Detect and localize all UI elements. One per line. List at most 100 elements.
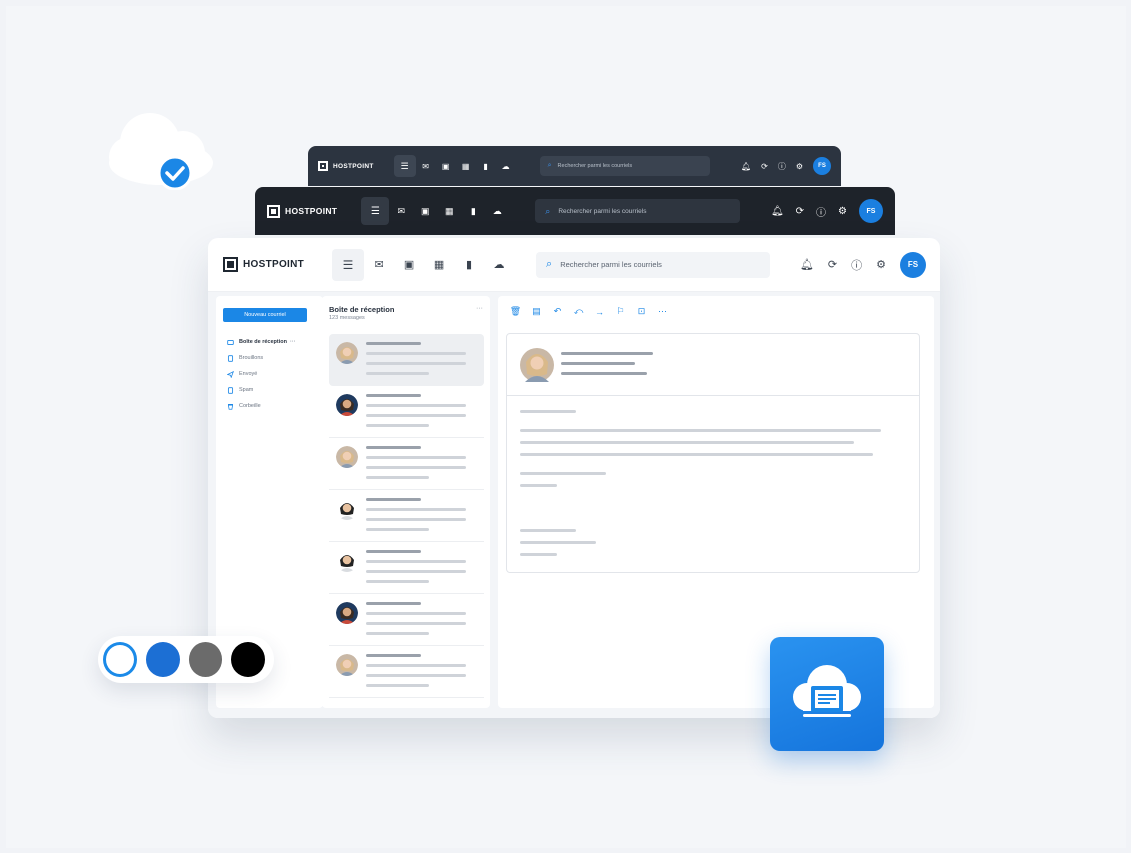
reply-all-icon[interactable]: ⤺	[571, 306, 586, 317]
folder-item-trash[interactable]: Corbeille	[227, 398, 319, 414]
search-input[interactable]: ⌕ Rechercher parmi les courriels	[539, 156, 710, 176]
swatch-grey[interactable]	[188, 642, 223, 677]
search-placeholder: Rechercher parmi les courriels	[557, 163, 633, 169]
message-list-item[interactable]	[329, 594, 484, 646]
inbox-icon	[227, 339, 234, 345]
help-icon[interactable]: ⓘ	[851, 257, 862, 273]
user-avatar[interactable]: FS	[900, 251, 926, 278]
folder-item-spam[interactable]: Spam	[227, 382, 319, 398]
search-icon: ⌕	[545, 205, 551, 216]
cloud-laptop-icon	[793, 665, 861, 717]
brand-logo: HOSTPOINT	[223, 257, 304, 272]
cloud-check-icon	[109, 113, 213, 190]
app-window-back: HOSTPOINT ☰ ✉ ▣ ▦ ▮ ☁ ⌕ Rechercher parmi…	[308, 146, 841, 186]
message-list-item[interactable]	[329, 646, 484, 698]
theme-color-picker	[98, 636, 274, 683]
email-view	[506, 333, 920, 573]
subject-line	[366, 394, 421, 397]
files-icon[interactable]: ▮	[476, 162, 496, 171]
folder-item-sent[interactable]: Envoyé	[227, 366, 319, 382]
swatch-black[interactable]	[231, 642, 265, 677]
calendar-icon[interactable]: ▦	[437, 206, 461, 217]
cloud-icon[interactable]: ☁	[496, 162, 516, 171]
forward-icon[interactable]: →	[592, 307, 607, 317]
bell-icon[interactable]: 🔔︎	[771, 206, 784, 217]
folder-list: Boîte de réception ··· Brouillons Envoyé…	[227, 334, 319, 414]
preview-line	[366, 352, 466, 355]
search-placeholder: Rechercher parmi les courriels	[560, 260, 662, 269]
sender-avatar	[520, 348, 554, 382]
cloud-icon[interactable]: ☁	[485, 206, 509, 217]
list-more-icon[interactable]: ···	[476, 305, 483, 312]
folder-label: Envoyé	[239, 371, 258, 377]
app-window-middle: HOSTPOINT ☰ ✉ ▣ ▦ ▮ ☁ ⌕ Rechercher parmi…	[255, 187, 895, 235]
sync-icon[interactable]: ⟳	[761, 162, 768, 171]
search-input[interactable]: ⌕ Rechercher parmi les courriels	[535, 199, 741, 223]
mail-icon[interactable]: ✉	[389, 206, 413, 217]
cloud-icon[interactable]: ☁	[484, 258, 514, 271]
message-list-item[interactable]	[329, 542, 484, 594]
reader-toolbar: 🗑︎ ▤ ↶ ⤺ → ⚐ ⊡ ⋯	[508, 306, 676, 317]
menu-icon[interactable]: ☰	[393, 155, 416, 177]
sender-avatar	[336, 550, 358, 572]
contacts-icon[interactable]: ▣	[436, 162, 456, 171]
flag-icon[interactable]: ⚐	[613, 306, 628, 317]
folder-item-inbox[interactable]: Boîte de réception ···	[227, 334, 319, 350]
subject-line	[366, 342, 421, 345]
bell-icon[interactable]: 🔔︎	[741, 162, 751, 171]
compose-button[interactable]: Nouveau courriel	[223, 308, 307, 322]
sender-avatar	[336, 446, 358, 468]
swatch-blue[interactable]	[145, 642, 180, 677]
message-list-item[interactable]	[329, 438, 484, 490]
preview-line	[366, 362, 466, 365]
preview-line	[366, 632, 429, 635]
mail-icon[interactable]: ✉	[416, 162, 436, 171]
reply-icon[interactable]: ↶	[550, 306, 565, 317]
preview-line	[366, 508, 466, 511]
preview-line	[366, 518, 466, 521]
contacts-icon[interactable]: ▣	[413, 206, 437, 217]
user-avatar[interactable]: FS	[859, 199, 883, 223]
more-icon[interactable]: ⋯	[655, 306, 670, 317]
bell-icon[interactable]: 🔔︎	[800, 258, 814, 271]
preview-line	[366, 560, 466, 563]
folder-more-icon[interactable]: ···	[290, 339, 296, 345]
subject-line	[366, 446, 421, 449]
mail-icon[interactable]: ✉	[364, 258, 394, 271]
brand-logo: HOSTPOINT	[318, 161, 374, 171]
menu-icon[interactable]: ☰	[332, 248, 365, 281]
archive-icon[interactable]: ▤	[529, 306, 544, 317]
swatch-white[interactable]	[103, 642, 137, 677]
search-placeholder: Rechercher parmi les courriels	[558, 207, 647, 215]
cloud-laptop-app-icon	[770, 637, 884, 751]
list-title: Boîte de réception	[329, 305, 395, 314]
sync-icon[interactable]: ⟳	[796, 206, 804, 217]
preview-line	[366, 476, 429, 479]
contacts-icon[interactable]: ▣	[394, 258, 424, 271]
move-folder-icon[interactable]: ⊡	[634, 306, 649, 317]
calendar-icon[interactable]: ▦	[424, 258, 454, 271]
help-icon[interactable]: ⓘ	[816, 204, 826, 219]
spam-icon	[227, 386, 234, 394]
top-bar: HOSTPOINT ☰ ✉ ▣ ▦ ▮ ☁ ⌕ Rechercher parmi…	[208, 238, 940, 292]
message-list-item[interactable]	[329, 334, 484, 386]
draft-icon	[227, 354, 234, 362]
folder-item-drafts[interactable]: Brouillons	[227, 350, 319, 366]
message-list-item[interactable]	[329, 386, 484, 438]
calendar-icon[interactable]: ▦	[456, 162, 476, 171]
delete-icon[interactable]: 🗑︎	[508, 306, 523, 317]
search-input[interactable]: ⌕ Rechercher parmi les courriels	[536, 251, 771, 278]
gear-icon[interactable]: ⚙	[796, 162, 803, 171]
search-icon: ⌕	[546, 258, 553, 270]
sync-icon[interactable]: ⟳	[828, 258, 837, 271]
user-avatar[interactable]: FS	[813, 157, 831, 175]
message-list-item[interactable]	[329, 490, 484, 542]
preview-line	[366, 684, 429, 687]
gear-icon[interactable]: ⚙	[876, 258, 886, 271]
subject-line	[366, 498, 421, 501]
files-icon[interactable]: ▮	[461, 206, 485, 217]
files-icon[interactable]: ▮	[454, 258, 484, 271]
gear-icon[interactable]: ⚙	[838, 206, 847, 217]
help-icon[interactable]: ⓘ	[778, 161, 786, 172]
menu-icon[interactable]: ☰	[361, 197, 390, 225]
